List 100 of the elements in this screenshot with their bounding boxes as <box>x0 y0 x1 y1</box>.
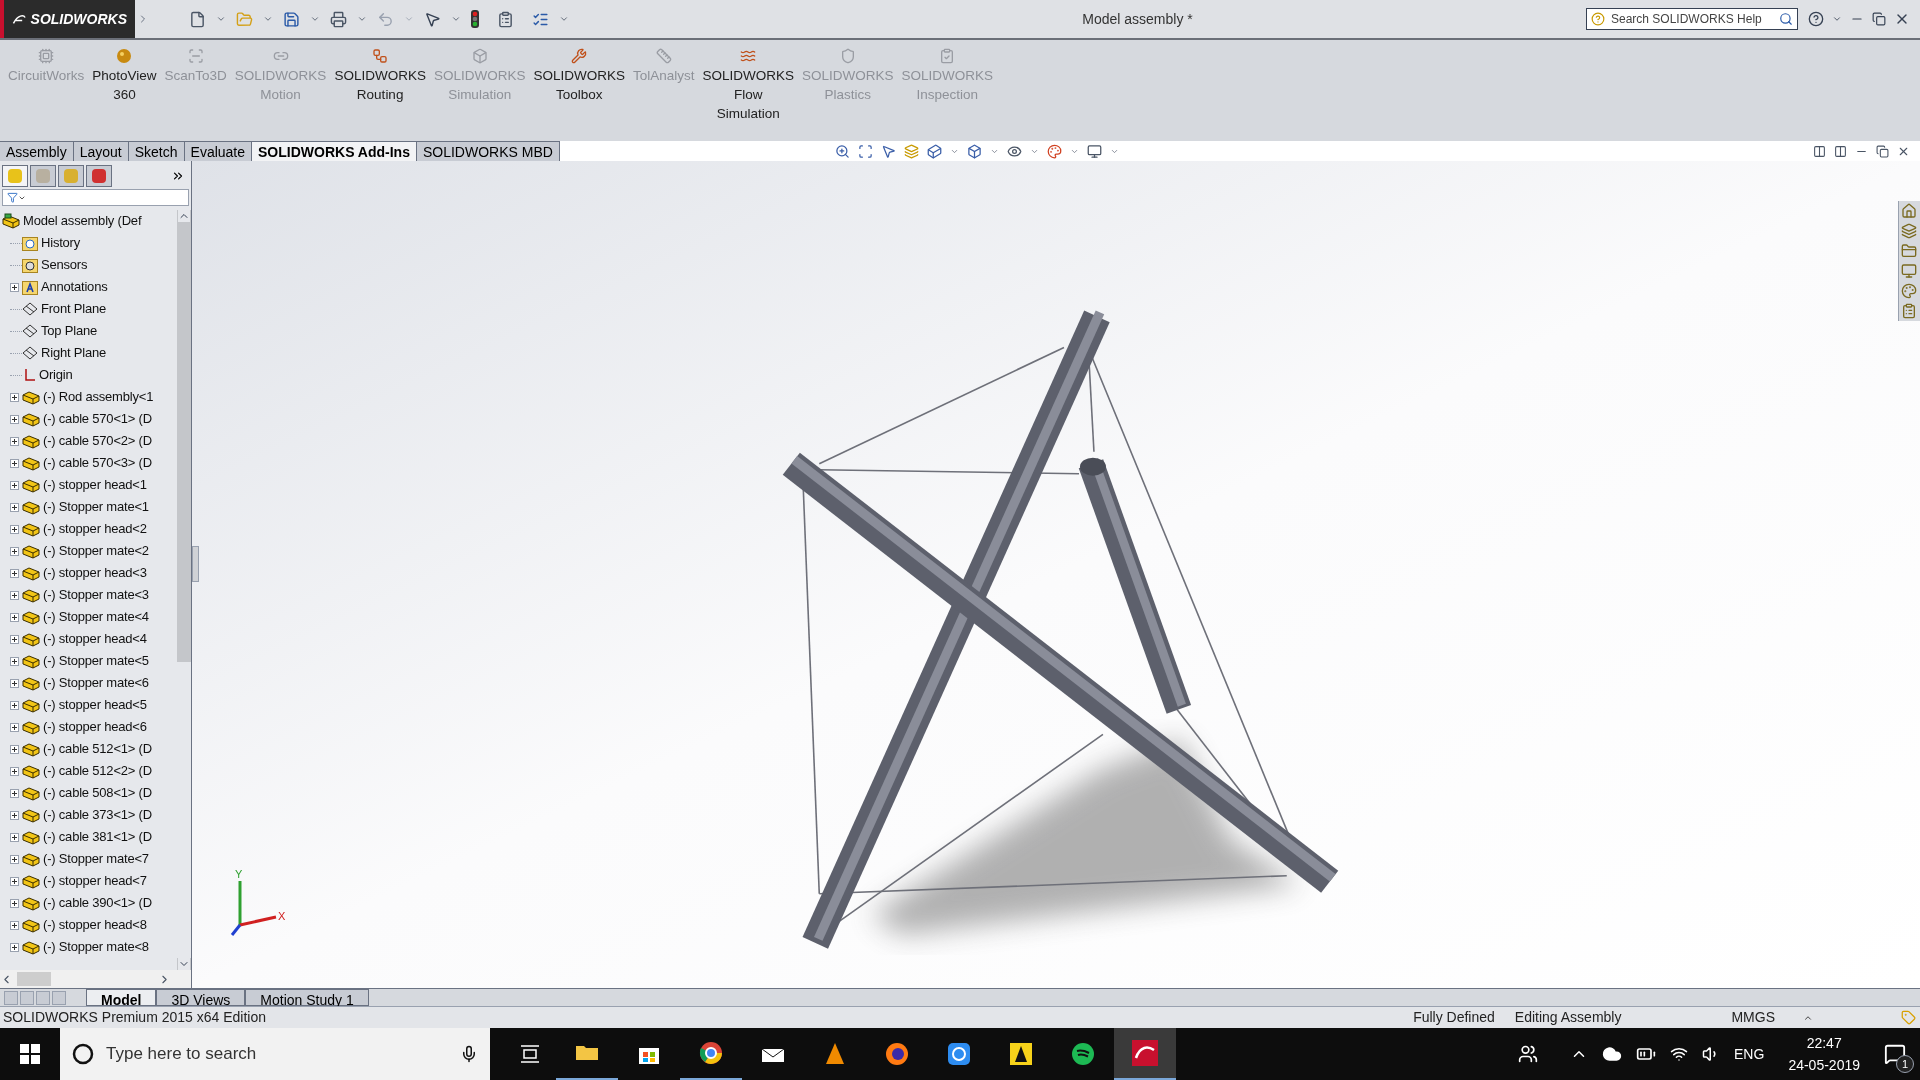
print-icon[interactable] <box>330 10 347 28</box>
clock[interactable]: 22:47 24-05-2019 <box>1778 1032 1870 1076</box>
tree-item[interactable]: (-) Stopper mate<8 <box>43 937 149 957</box>
configuration-tab[interactable] <box>58 165 84 187</box>
expand-toggle[interactable] <box>10 766 19 776</box>
tree-item[interactable]: Model assembly (Def <box>23 211 142 231</box>
tree-item[interactable]: (-) Stopper mate<7 <box>43 849 149 869</box>
feature-tree-tab[interactable] <box>2 165 28 187</box>
tree-item[interactable]: (-) Stopper mate<2 <box>43 541 149 561</box>
expand-toggle[interactable] <box>10 634 19 644</box>
section-view-icon[interactable] <box>903 143 919 159</box>
tree-item[interactable]: (-) cable 570<3> (D <box>43 453 152 473</box>
panel-collapse-handle[interactable] <box>192 546 199 582</box>
save-icon[interactable] <box>283 10 300 28</box>
taskbar-search-field[interactable]: Type here to search <box>106 1041 448 1067</box>
ribbon-button[interactable]: SOLIDWORKS Routing <box>330 48 430 104</box>
tree-item[interactable]: Top Plane <box>41 321 98 341</box>
taskbar-search-box[interactable]: Type here to search <box>60 1028 490 1080</box>
split-view-icon[interactable] <box>1834 144 1847 158</box>
zoom-icon[interactable] <box>834 143 850 159</box>
expand-toggle[interactable] <box>10 700 19 710</box>
tab[interactable]: Model <box>86 989 157 1006</box>
share-icon[interactable] <box>945 1040 973 1068</box>
expand-toggle[interactable] <box>10 744 19 754</box>
tree-item[interactable]: (-) stopper head<8 <box>43 915 147 935</box>
globe-icon[interactable] <box>883 1040 911 1068</box>
expand-toggle[interactable] <box>10 876 19 886</box>
expand-toggle[interactable] <box>10 832 19 842</box>
home-icon[interactable] <box>1901 203 1917 219</box>
palette-icon[interactable] <box>1901 283 1917 299</box>
tree-item[interactable]: (-) Stopper mate<1 <box>43 497 149 517</box>
tree-item[interactable]: (-) cable 512<2> (D <box>43 761 152 781</box>
ring-icon[interactable] <box>697 1039 725 1067</box>
layers-icon[interactable] <box>1901 223 1917 239</box>
clipboard-icon[interactable] <box>497 10 514 28</box>
tree-item[interactable]: Right Plane <box>41 343 106 363</box>
tree-item[interactable]: (-) stopper head<1 <box>43 475 147 495</box>
tree-item[interactable]: (-) Stopper mate<6 <box>43 673 149 693</box>
expand-toggle[interactable] <box>10 282 19 292</box>
traffic-light-icon[interactable] <box>471 10 479 28</box>
filter-field[interactable] <box>2 189 189 206</box>
tree-item[interactable]: History <box>41 233 81 253</box>
expand-toggle[interactable] <box>10 656 19 666</box>
expand-toggle[interactable] <box>10 920 19 930</box>
tree-item[interactable]: (-) cable 373<1> (D <box>43 805 152 825</box>
display-style-icon[interactable] <box>966 143 982 159</box>
tree-item[interactable]: (-) stopper head<6 <box>43 717 147 737</box>
tree-item[interactable]: (-) stopper head<4 <box>43 629 147 649</box>
tab[interactable]: SOLIDWORKS Add-Ins <box>252 142 417 161</box>
app-icon[interactable] <box>1130 1038 1160 1068</box>
task-view-icon[interactable] <box>520 1045 540 1063</box>
tree-item[interactable]: Annotations <box>41 277 108 297</box>
ribbon-button[interactable]: PhotoView 360 <box>88 48 161 104</box>
expand-toggle[interactable] <box>10 590 19 600</box>
caret-icon[interactable] <box>1832 14 1842 24</box>
new-file-icon[interactable] <box>189 10 206 28</box>
restore-icon[interactable] <box>1876 144 1889 158</box>
expand-toggle[interactable] <box>10 480 19 490</box>
tree-item[interactable]: (-) Stopper mate<4 <box>43 607 149 627</box>
pointer-icon[interactable] <box>424 10 441 28</box>
ribbon-button[interactable]: SOLIDWORKS Toolbox <box>529 48 629 104</box>
tree-item[interactable]: (-) cable 381<1> (D <box>43 827 152 847</box>
help-search-field[interactable]: Search SOLIDWORKS Help <box>1611 10 1773 28</box>
expand-toggle[interactable] <box>10 942 19 952</box>
caret-icon[interactable] <box>263 14 273 24</box>
tree-item[interactable]: Origin <box>39 365 73 385</box>
tree-item[interactable]: (-) cable 570<2> (D <box>43 431 152 451</box>
expand-toggle[interactable] <box>10 678 19 688</box>
expand-toggle[interactable] <box>10 458 19 468</box>
people-icon[interactable] <box>1518 1044 1539 1064</box>
tree-item[interactable]: (-) stopper head<3 <box>43 563 147 583</box>
tab[interactable]: Motion Study 1 <box>245 989 369 1006</box>
expand-toggle[interactable] <box>10 568 19 578</box>
expand-icon[interactable] <box>171 169 185 183</box>
language-indicator[interactable]: ENG <box>1734 1043 1765 1065</box>
caret-icon[interactable] <box>559 14 569 24</box>
expand-toggle[interactable] <box>10 722 19 732</box>
expand-toggle[interactable] <box>10 524 19 534</box>
tree-item[interactable]: (-) cable 512<1> (D <box>43 739 152 759</box>
expand-toggle[interactable] <box>10 502 19 512</box>
appearance-icon[interactable] <box>1046 143 1062 159</box>
sound-waves-icon[interactable] <box>1069 1040 1097 1068</box>
caret-icon[interactable] <box>357 14 367 24</box>
display-icon[interactable] <box>1086 143 1102 159</box>
hide-show-icon[interactable] <box>1006 143 1022 159</box>
caret-icon[interactable] <box>310 14 320 24</box>
help-search-box[interactable]: Search SOLIDWORKS Help <box>1586 8 1798 30</box>
horizontal-scrollbar[interactable] <box>0 970 191 988</box>
property-tab[interactable] <box>30 165 56 187</box>
tree-item[interactable]: (-) stopper head<5 <box>43 695 147 715</box>
app-logo[interactable]: SOLIDWORKS <box>0 0 135 38</box>
expand-toggle[interactable] <box>10 612 19 622</box>
clipboard-icon[interactable] <box>1901 303 1917 319</box>
scroll-thumb[interactable] <box>17 972 51 986</box>
restore-icon[interactable] <box>1872 12 1886 26</box>
wifi-icon[interactable] <box>1670 1045 1689 1063</box>
cloud-icon[interactable] <box>1602 1044 1623 1064</box>
expand-toggle[interactable] <box>10 392 19 402</box>
tree-item[interactable]: (-) Rod assembly<1 <box>43 387 154 407</box>
zoom-area-icon[interactable] <box>857 143 873 159</box>
